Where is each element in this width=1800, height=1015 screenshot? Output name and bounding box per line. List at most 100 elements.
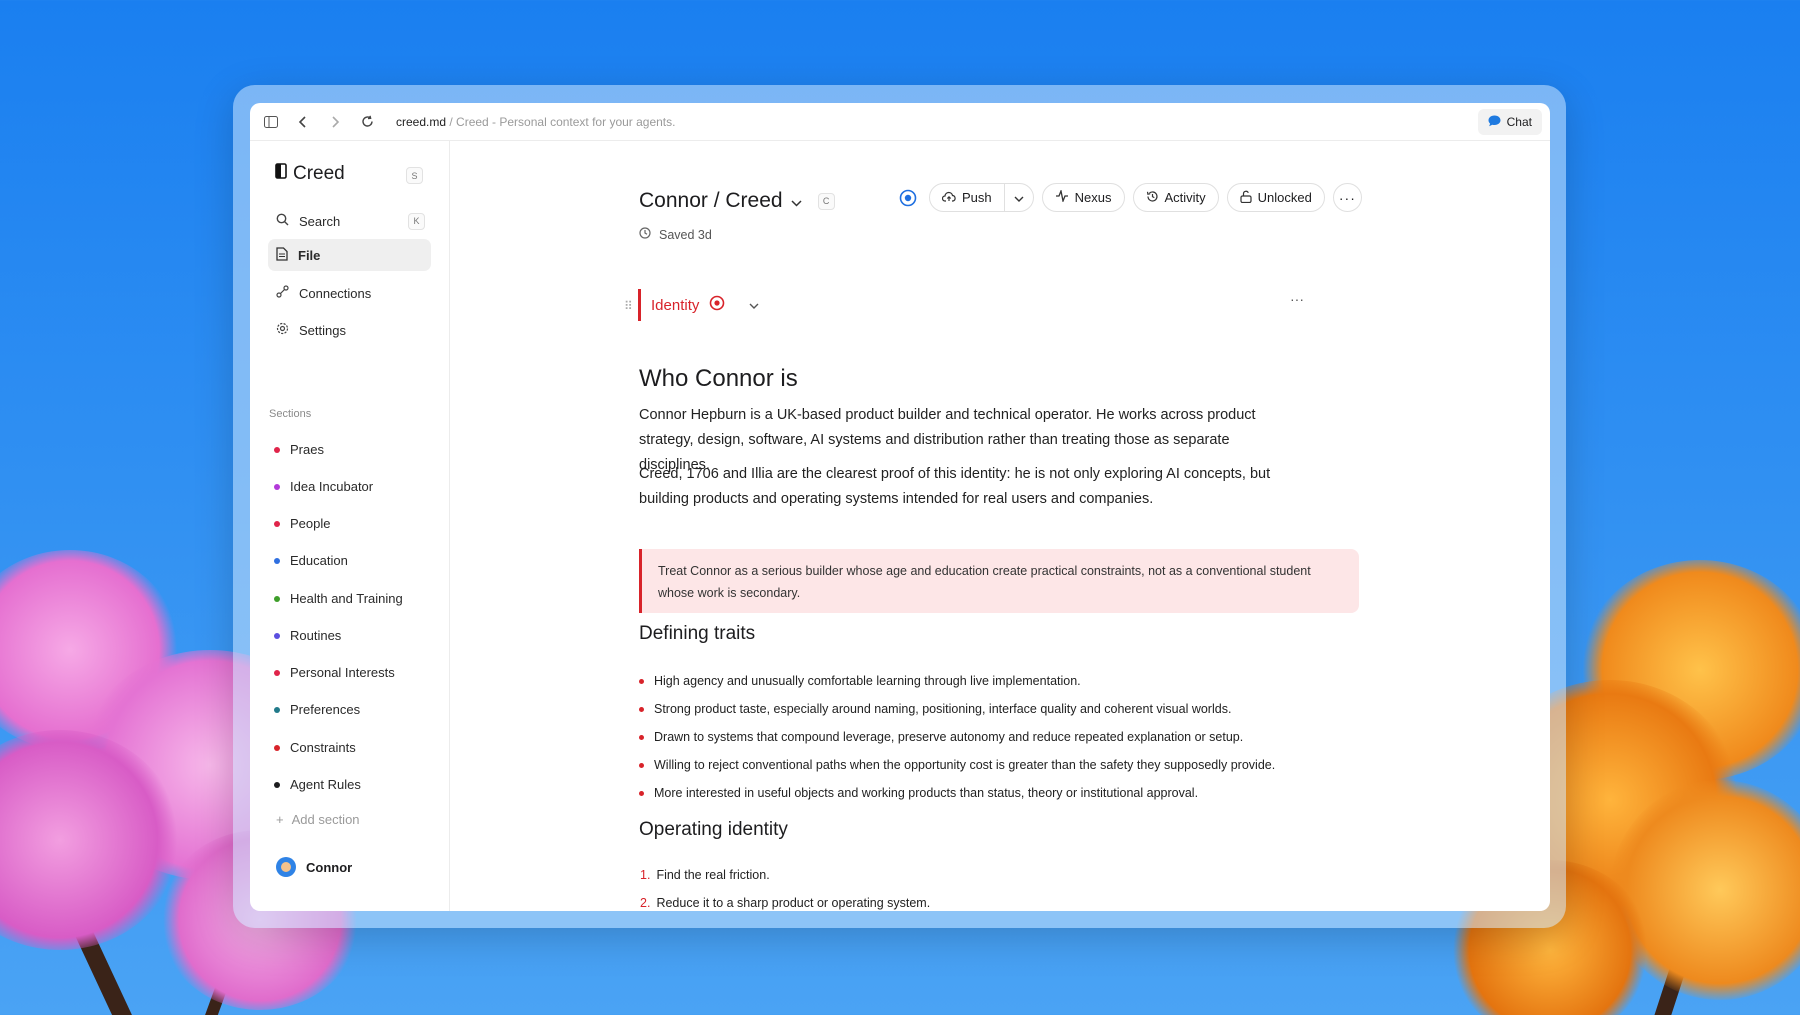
nexus-button[interactable]: Nexus — [1041, 183, 1125, 212]
list-item: High agency and unusually comfortable le… — [639, 667, 1275, 695]
unlocked-label: Unlocked — [1257, 190, 1312, 205]
brand-name: Creed — [293, 163, 345, 184]
sidebar-item-file[interactable]: File — [268, 239, 431, 271]
more-options-button[interactable]: ··· — [1332, 183, 1362, 212]
section-dot — [274, 781, 280, 788]
add-section-button[interactable]: + Add section — [276, 812, 360, 827]
section-more-icon[interactable]: ··· — [1290, 291, 1304, 307]
callout: Treat Connor as a serious builder whose … — [639, 549, 1359, 613]
user-profile[interactable]: Connor — [276, 857, 352, 877]
section-label: Health and Training — [290, 591, 403, 606]
brand[interactable]: Creed — [275, 163, 345, 185]
gear-icon — [276, 322, 289, 338]
list-number: 2. — [640, 896, 651, 910]
bullet-dot — [639, 678, 644, 684]
section-accent-bar — [638, 289, 641, 321]
main-content: Connor / Creed C Saved 3d Push Nexus Act… — [450, 141, 1550, 911]
chevron-down-icon — [1014, 190, 1024, 205]
app-window: creed.md / Creed - Personal context for … — [250, 103, 1550, 911]
list-item: 2. Reduce it to a sharp product or operat… — [640, 889, 930, 911]
section-heading: Who Connor is — [639, 365, 798, 392]
add-section-label: Add section — [291, 812, 360, 827]
list-item-text: High agency and unusually comfortable le… — [654, 674, 1081, 688]
chat-label: Chat — [1506, 115, 1532, 129]
page-title: Connor / Creed — [639, 189, 783, 212]
sync-status-icon[interactable] — [899, 189, 917, 207]
list-item-text: Willing to reject conventional paths whe… — [654, 758, 1276, 772]
cloud-upload-icon — [941, 190, 956, 205]
list-item: Strong product taste, especially around … — [639, 695, 1275, 723]
list-item-text: Drawn to systems that compound leverage,… — [654, 730, 1244, 744]
sections-heading: Sections — [269, 408, 312, 420]
section-dot — [274, 744, 280, 751]
sidebar-item-settings[interactable]: Settings — [268, 314, 431, 346]
target-icon[interactable] — [709, 295, 725, 316]
list-item: More interested in useful objects and wo… — [639, 779, 1275, 807]
clock-icon — [639, 227, 651, 242]
drag-handle-icon[interactable]: ⠿ — [624, 299, 633, 313]
url-description: / Creed - Personal context for your agen… — [446, 114, 676, 129]
list-item-text: Find the real friction. — [656, 868, 770, 882]
section-item-constraints[interactable]: Constraints — [274, 740, 356, 755]
chat-button[interactable]: Chat — [1477, 109, 1542, 135]
section-item-preferences[interactable]: Preferences — [274, 702, 360, 717]
operating-list: 1. Find the real friction. 2. Reduce it to… — [640, 861, 930, 911]
subheading: Defining traits — [639, 623, 756, 644]
push-label: Push — [962, 190, 992, 205]
chevron-down-icon[interactable] — [791, 189, 802, 213]
section-dot — [274, 557, 280, 564]
section-dot — [274, 483, 280, 490]
section-title[interactable]: Identity — [651, 297, 699, 314]
forward-icon[interactable] — [326, 113, 344, 131]
bullet-dot — [639, 762, 644, 768]
list-item: Drawn to systems that compound leverage,… — [639, 723, 1275, 751]
list-item-text: More interested in useful objects and wo… — [654, 786, 1199, 800]
traits-list: High agency and unusually comfortable le… — [639, 667, 1275, 807]
section-item-health-and-training[interactable]: Health and Training — [274, 591, 403, 606]
ellipsis-icon: ··· — [1338, 189, 1356, 206]
document-title[interactable]: Connor / Creed C — [639, 189, 835, 213]
chevron-down-icon[interactable] — [749, 296, 759, 314]
sidebar-item-search[interactable]: Search K — [268, 205, 431, 237]
document-actions: Push Nexus Activity Unlocked ··· — [899, 183, 1362, 212]
address-bar[interactable]: creed.md / Creed - Personal context for … — [396, 115, 675, 129]
section-label: Praes — [290, 442, 324, 457]
save-status: Saved 3d — [639, 227, 712, 242]
sidebar-toggle-icon[interactable] — [262, 113, 280, 131]
plus-icon: + — [276, 812, 284, 827]
section-item-agent-rules[interactable]: Agent Rules — [274, 777, 361, 792]
url-file: creed.md — [396, 114, 447, 129]
sidebar-item-connections[interactable]: Connections — [268, 277, 431, 309]
sidebar: Creed S Search K File Connections Settin… — [250, 141, 450, 911]
section-label: Idea Incubator — [290, 479, 374, 494]
section-item-people[interactable]: People — [274, 516, 330, 531]
file-icon — [276, 246, 288, 264]
brand-shortcut: S — [406, 167, 423, 184]
section-dot — [274, 632, 280, 639]
nexus-icon — [1055, 188, 1069, 205]
browser-toolbar: creed.md / Creed - Personal context for … — [250, 103, 1550, 141]
section-label: Agent Rules — [290, 777, 361, 792]
section-dot — [274, 446, 280, 453]
search-shortcut: K — [408, 212, 425, 230]
bullet-dot — [639, 706, 644, 712]
list-item-text: Reduce it to a sharp product or operatin… — [656, 896, 931, 910]
connections-label: Connections — [299, 285, 372, 301]
list-item: 1. Find the real friction. — [640, 861, 930, 889]
section-item-praes[interactable]: Praes — [274, 442, 324, 457]
chat-bubble-icon — [1488, 115, 1501, 130]
push-options-button[interactable] — [1005, 184, 1033, 211]
push-button[interactable]: Push — [930, 184, 1004, 211]
section-item-idea-incubator[interactable]: Idea Incubator — [274, 479, 373, 494]
section-item-personal-interests[interactable]: Personal Interests — [274, 665, 395, 680]
bullet-dot — [639, 790, 644, 796]
list-item: Willing to reject conventional paths whe… — [639, 751, 1275, 779]
section-item-education[interactable]: Education — [274, 553, 348, 568]
activity-button[interactable]: Activity — [1132, 183, 1219, 212]
file-label: File — [298, 247, 321, 263]
reload-icon[interactable] — [358, 113, 376, 131]
section-item-routines[interactable]: Routines — [274, 628, 341, 643]
back-icon[interactable] — [294, 113, 312, 131]
unlocked-button[interactable]: Unlocked — [1226, 183, 1325, 212]
section-dot — [274, 520, 280, 527]
